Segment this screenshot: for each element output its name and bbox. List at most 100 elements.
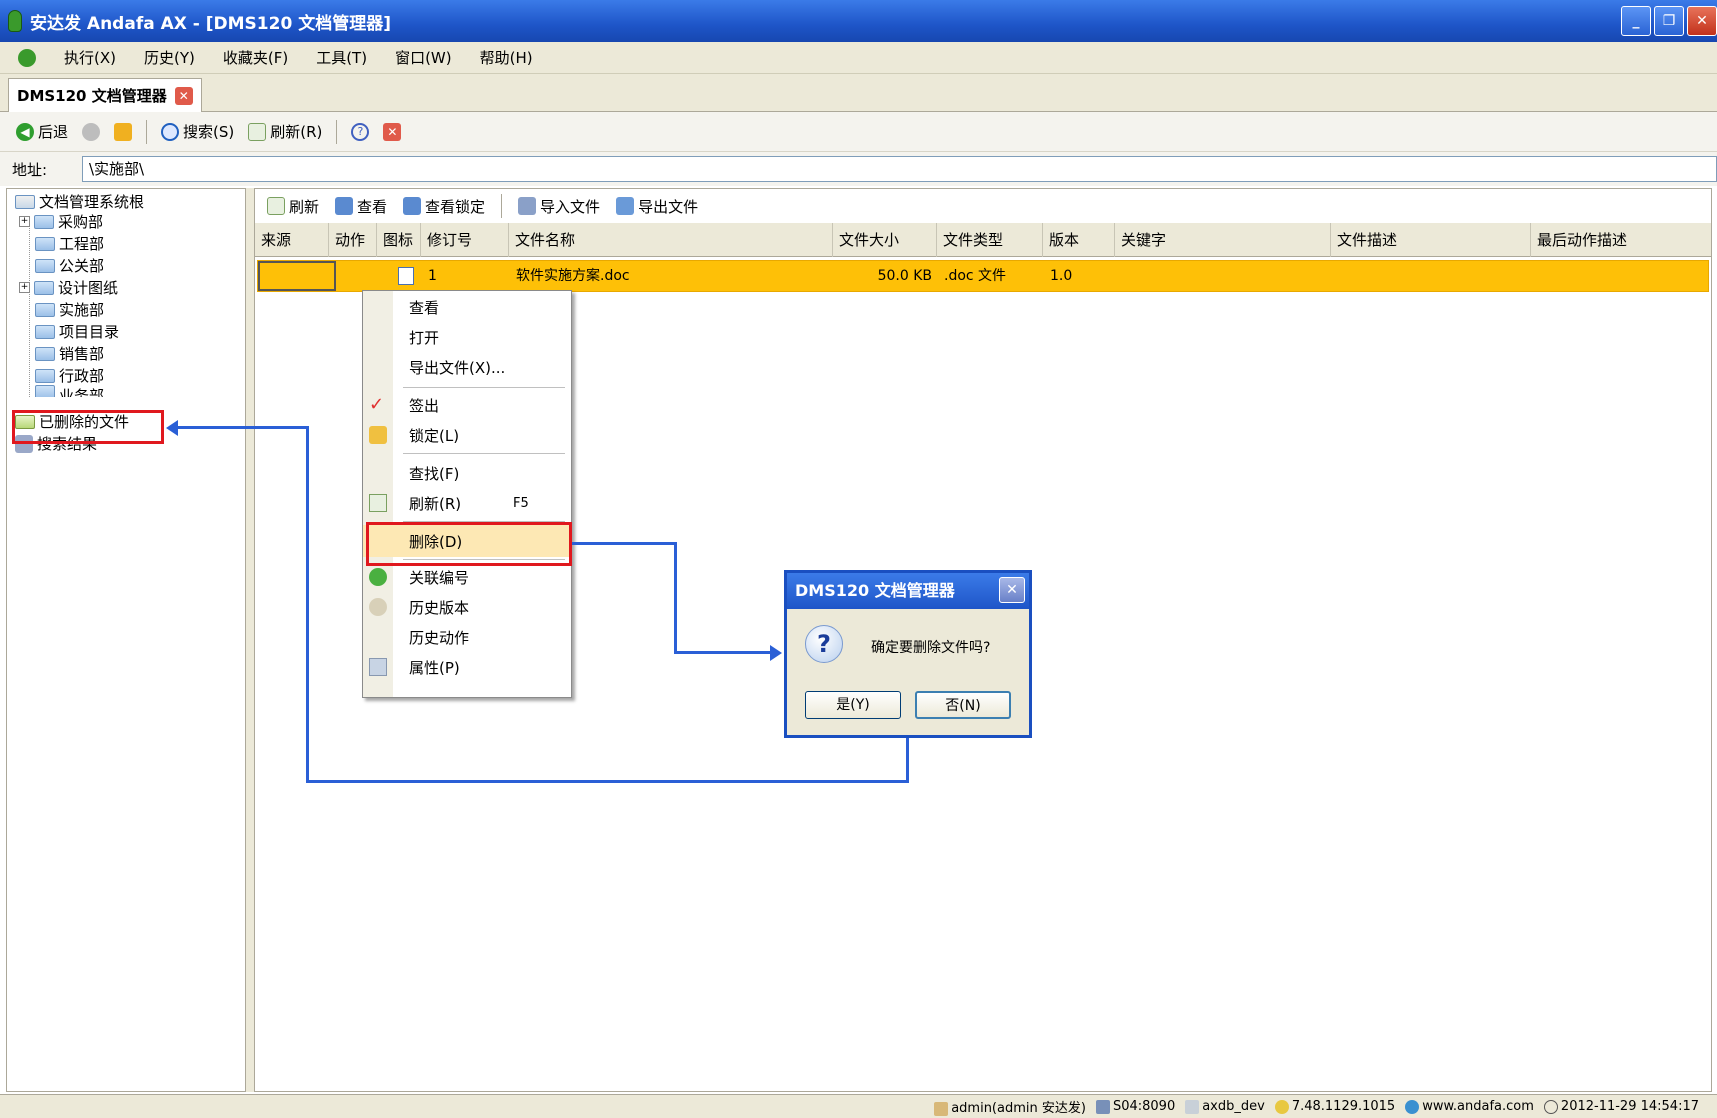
cell-version: 1.0	[1050, 268, 1073, 284]
menu-window[interactable]: 窗口(W)	[395, 47, 452, 68]
forward-button[interactable]	[78, 121, 104, 143]
app-menu-icon[interactable]	[18, 48, 36, 67]
address-input[interactable]: \实施部\	[82, 156, 1717, 182]
column-header[interactable]: 修订号	[421, 223, 509, 257]
refresh-label: 刷新(R)	[270, 123, 323, 141]
search-icon	[161, 122, 180, 141]
column-header[interactable]: 动作	[329, 223, 377, 257]
tree-item-purchasing[interactable]: + 采购部	[19, 211, 103, 232]
view-label: 查看	[357, 197, 388, 216]
back-button[interactable]: ◀ 后退	[12, 119, 72, 144]
menu-tools[interactable]: 工具(T)	[316, 47, 367, 68]
menu-item-delete[interactable]: 删除(D)	[363, 525, 571, 557]
column-header[interactable]: 文件大小	[833, 223, 937, 257]
menu-favorites[interactable]: 收藏夹(F)	[223, 47, 288, 68]
tree-item-pr[interactable]: 公关部	[35, 255, 104, 276]
status-server-text: S04:8090	[1112, 1099, 1176, 1114]
expand-icon[interactable]: +	[19, 282, 30, 293]
refresh-icon	[267, 197, 285, 215]
column-header[interactable]: 图标	[377, 223, 421, 257]
column-header[interactable]: 最后动作描述	[1531, 223, 1711, 257]
clock-icon	[1543, 1099, 1558, 1114]
tree-item-admin[interactable]: 行政部	[35, 365, 104, 386]
menu-help[interactable]: 帮助(H)	[480, 47, 533, 68]
view-locked-label: 查看锁定	[425, 197, 486, 216]
view-locked-button[interactable]: 查看锁定	[399, 194, 489, 219]
server-icon	[1095, 1099, 1110, 1114]
tree-item-projects[interactable]: 项目目录	[35, 321, 119, 342]
search-label: 搜索(S)	[183, 123, 235, 141]
menu-item-find[interactable]: 查找(F)	[363, 459, 571, 487]
toolbar-separator	[501, 194, 503, 218]
column-header[interactable]: 文件类型	[937, 223, 1043, 257]
tree-item-implementation[interactable]: 实施部	[35, 299, 104, 320]
status-db-text: axdb_dev	[1202, 1099, 1265, 1114]
menu-item-view[interactable]: 查看	[363, 293, 571, 321]
tree-root[interactable]: 文档管理系统根	[15, 191, 144, 212]
tree-item-design[interactable]: + 设计图纸	[19, 277, 118, 298]
tree-item-sales[interactable]: 销售部	[35, 343, 104, 364]
menu-history[interactable]: 历史(Y)	[144, 47, 195, 68]
tab-dms120[interactable]: DMS120 文档管理器 ✕	[8, 78, 202, 112]
cell-size: 50.0 KB	[877, 268, 932, 284]
title-bar: 安达发 Andafa AX - [DMS120 文档管理器] _ ❐ ✕	[0, 0, 1717, 42]
tree-item-search-results[interactable]: 搜索结果	[15, 433, 97, 454]
import-icon	[518, 197, 537, 215]
menu-execute[interactable]: 执行(X)	[64, 47, 116, 68]
menu-separator	[403, 453, 565, 454]
list-refresh-button[interactable]: 刷新	[263, 194, 323, 219]
close-doc-button[interactable]: ✕	[379, 121, 405, 143]
menu-item-properties[interactable]: 属性(P)	[363, 653, 571, 681]
view-button[interactable]: 查看	[331, 194, 391, 219]
export-file-button[interactable]: 导出文件	[612, 194, 702, 219]
toolbar-separator	[146, 119, 148, 144]
menu-item-open[interactable]: 打开	[363, 323, 571, 351]
import-file-button[interactable]: 导入文件	[514, 194, 604, 219]
table-row[interactable]: 1 软件实施方案.doc 50.0 KB .doc 文件 1.0	[257, 260, 1709, 292]
menu-item-label: 查找(F)	[409, 464, 460, 483]
help-button[interactable]: ?	[347, 121, 373, 143]
expand-icon[interactable]: +	[19, 216, 30, 227]
tree-item-label: 采购部	[58, 213, 104, 231]
menu-item-refresh[interactable]: 刷新(R) F5	[363, 489, 571, 517]
edit-button[interactable]	[110, 121, 136, 143]
tree-item-label: 已删除的文件	[39, 413, 130, 431]
focused-cell[interactable]	[258, 261, 336, 291]
menu-item-history-version[interactable]: 历史版本	[363, 593, 571, 621]
column-header[interactable]: 来源	[255, 223, 329, 257]
menu-bar: 执行(X) 历史(Y) 收藏夹(F) 工具(T) 窗口(W) 帮助(H)	[0, 42, 1717, 74]
close-button[interactable]: ✕	[1687, 6, 1717, 36]
folder-icon	[35, 368, 55, 383]
menu-item-checkout[interactable]: ✓ 签出	[363, 391, 571, 419]
edit-icon	[114, 122, 133, 141]
tree-item-engineering[interactable]: 工程部	[35, 233, 104, 254]
menu-item-history-action[interactable]: 历史动作	[363, 623, 571, 651]
dialog-close-icon[interactable]: ✕	[999, 577, 1025, 603]
menu-separator	[403, 521, 565, 522]
arrowhead-icon	[166, 420, 178, 436]
search-button[interactable]: 搜索(S)	[157, 119, 238, 144]
restore-button[interactable]: ❐	[1654, 6, 1684, 36]
window-controls: _ ❐ ✕	[1621, 6, 1717, 36]
back-label: 后退	[38, 123, 69, 141]
refresh-button[interactable]: 刷新(R)	[244, 119, 326, 144]
menu-item-link-number[interactable]: 关联编号	[363, 563, 571, 591]
column-header[interactable]: 文件描述	[1331, 223, 1531, 257]
export-icon	[616, 197, 635, 215]
folder-icon	[35, 258, 55, 273]
menu-item-lock[interactable]: 锁定(L)	[363, 421, 571, 449]
tree-item-business[interactable]: 业务部	[35, 385, 104, 397]
tab-label: DMS120 文档管理器	[17, 87, 167, 105]
menu-item-export[interactable]: 导出文件(X)...	[363, 353, 571, 381]
column-header[interactable]: 文件名称	[509, 223, 833, 257]
pane-splitter[interactable]	[246, 188, 254, 1092]
yes-button[interactable]: 是(Y)	[805, 691, 901, 719]
minimize-button[interactable]: _	[1621, 6, 1651, 36]
tree-item-label: 销售部	[59, 345, 105, 363]
grid-header: 来源 动作 图标 修订号 文件名称 文件大小 文件类型 版本 关键字 文件描述 …	[255, 223, 1711, 257]
tree-item-deleted-files[interactable]: 已删除的文件	[15, 411, 129, 432]
column-header[interactable]: 版本	[1043, 223, 1115, 257]
tab-close-icon[interactable]: ✕	[174, 86, 193, 105]
column-header[interactable]: 关键字	[1115, 223, 1331, 257]
no-button[interactable]: 否(N)	[915, 691, 1011, 719]
